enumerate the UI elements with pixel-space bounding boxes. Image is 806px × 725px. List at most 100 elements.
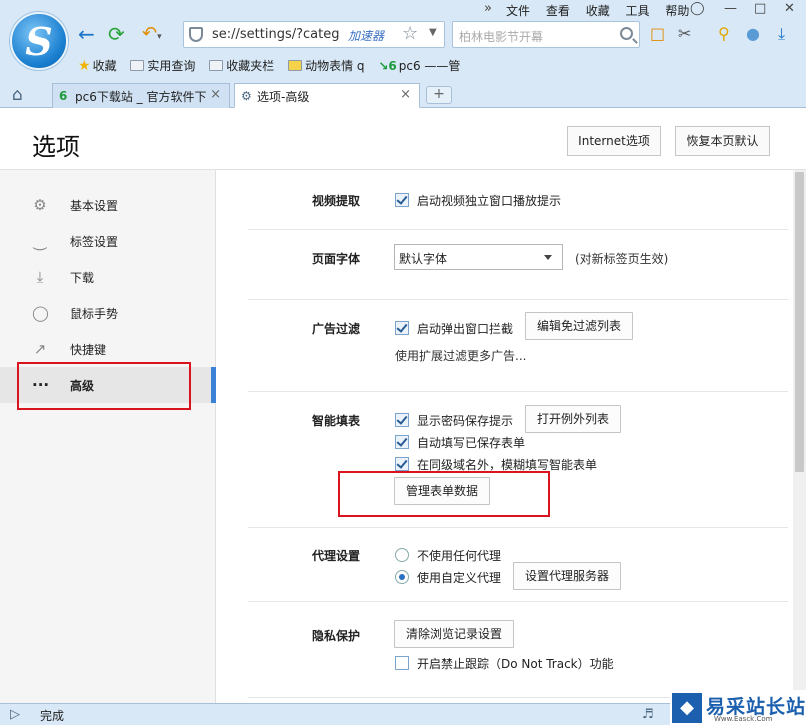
internet-options-button[interactable]: Internet选项 xyxy=(567,126,661,156)
proxy-label: 代理设置 xyxy=(312,549,361,563)
watermark-logo: ◆ 易采站长站 Www.Easck.Com xyxy=(670,690,806,725)
undo-close-icon[interactable]: ↶▾ xyxy=(142,22,162,49)
video-label: 视频提取 xyxy=(312,194,361,208)
clear-history-settings-button[interactable]: 清除浏览记录设置 xyxy=(394,620,514,648)
address-url[interactable]: se://settings/?categ xyxy=(212,27,340,42)
more-options-icon[interactable]: ● xyxy=(746,24,760,43)
gear-icon: ⚙ xyxy=(33,196,47,214)
bookmark-folder-query[interactable]: 实用查询 xyxy=(130,57,195,74)
bookmark-favorites[interactable]: ★ 收藏 xyxy=(78,57,117,74)
scrollbar-thumb[interactable] xyxy=(795,172,804,472)
menu-favorites[interactable]: 收藏 xyxy=(586,2,610,19)
highlight-box-advanced xyxy=(17,362,191,410)
home-icon[interactable]: ⌂ xyxy=(12,85,23,105)
menu-view[interactable]: 查看 xyxy=(546,2,570,19)
menu-tools[interactable]: 工具 xyxy=(626,2,650,19)
edit-whitelist-button[interactable]: 编辑免过滤列表 xyxy=(525,312,633,340)
open-exceptions-button[interactable]: 打开例外列表 xyxy=(525,405,621,433)
menu-expand-icon[interactable]: » xyxy=(484,1,492,16)
address-bar[interactable]: se://settings/?categ 加速器 ☆ ▼ xyxy=(183,21,445,48)
custom-proxy-radio[interactable]: 使用自定义代理 xyxy=(395,569,501,586)
scrollbar[interactable] xyxy=(793,170,806,703)
bookmark-animal[interactable]: 动物表情 q xyxy=(288,57,365,74)
sidebar-toggle-icon[interactable]: ▷ xyxy=(10,707,20,722)
pc6-icon: ↘6 xyxy=(378,59,397,73)
folder-icon xyxy=(209,60,224,71)
speaker-icon[interactable]: ♬ xyxy=(642,707,654,722)
radio[interactable] xyxy=(395,548,409,562)
menu-bar: 文件 查看 收藏 工具 帮助 xyxy=(506,2,701,18)
privacy-label: 隐私保护 xyxy=(312,629,361,643)
tab-strip: ⌂ 6 pc6下载站 _ 官方软件下 × ⚙ 选项-高级 × + xyxy=(0,81,806,108)
menu-help[interactable]: 帮助 xyxy=(665,2,689,19)
close-tab-icon[interactable]: × xyxy=(210,87,221,102)
favorites-star-icon: ★ xyxy=(78,58,91,74)
popup-block-checkbox[interactable]: 启动弹出窗口拦截 xyxy=(395,320,513,337)
new-tab-button[interactable]: + xyxy=(426,86,452,104)
radio[interactable] xyxy=(395,570,409,584)
maximize-icon[interactable]: □ xyxy=(754,1,766,16)
search-icon[interactable] xyxy=(620,27,633,40)
download-arrow-icon[interactable]: ⤓ xyxy=(778,24,785,44)
checkbox[interactable] xyxy=(395,457,409,471)
sidebar-item-download[interactable]: ⤓ 下载 xyxy=(0,259,216,295)
video-popup-checkbox[interactable]: 启动视频独立窗口播放提示 xyxy=(395,192,561,209)
chevron-down-icon xyxy=(544,255,552,260)
mouse-icon: ◯ xyxy=(32,304,49,322)
extension-icon[interactable]: □ xyxy=(650,24,665,43)
sidebar-item-tabs[interactable]: ⏝ 标签设置 xyxy=(0,223,216,259)
font-select[interactable]: 默认字体 xyxy=(394,244,563,270)
shortcut-icon: ↗ xyxy=(33,340,47,358)
skin-icon[interactable]: ◯ xyxy=(690,1,705,16)
checkbox[interactable] xyxy=(395,321,409,335)
bookmarks-bar: ★ 收藏 实用查询 收藏夹栏 动物表情 q ↘6 pc6 ——管 xyxy=(78,57,470,75)
extension-filter-link[interactable]: 使用扩展过滤更多广告... xyxy=(395,347,526,364)
sidebar-item-mouse-gesture[interactable]: ◯ 鼠标手势 xyxy=(0,295,216,331)
address-dropdown-icon[interactable]: ▼ xyxy=(429,27,437,38)
settings-sidebar: ⚙ 基本设置 ⏝ 标签设置 ⤓ 下载 ◯ 鼠标手势 ↗ 快捷键 ··· 高级 xyxy=(0,170,216,703)
accelerator-link[interactable]: 加速器 xyxy=(348,27,384,44)
highlight-box-manage xyxy=(338,471,550,517)
page-title: 选项 xyxy=(32,133,80,161)
close-window-icon[interactable]: ✕ xyxy=(784,1,795,16)
no-proxy-radio[interactable]: 不使用任何代理 xyxy=(395,547,501,564)
autofill-saved-checkbox[interactable]: 自动填写已保存表单 xyxy=(395,434,525,451)
back-arrow-icon[interactable]: ← xyxy=(78,22,95,46)
sidebar-item-basic[interactable]: ⚙ 基本设置 xyxy=(0,187,216,223)
font-label: 页面字体 xyxy=(312,252,361,266)
password-prompt-checkbox[interactable]: 显示密码保存提示 xyxy=(395,412,513,429)
bookmark-folder-bar[interactable]: 收藏夹栏 xyxy=(209,57,274,74)
proxy-server-button[interactable]: 设置代理服务器 xyxy=(513,562,621,590)
checkbox[interactable] xyxy=(395,413,409,427)
browser-logo[interactable]: S xyxy=(10,12,68,70)
page-icon xyxy=(288,60,303,71)
screenshot-scissors-icon[interactable]: ✂ xyxy=(678,24,691,43)
bookmark-star-icon[interactable]: ☆ xyxy=(402,23,418,44)
active-indicator xyxy=(211,367,216,403)
tab-pc6[interactable]: 6 pc6下载站 _ 官方软件下 × xyxy=(52,83,230,108)
restore-defaults-button[interactable]: 恢复本页默认 xyxy=(675,126,770,156)
download-icon: ⤓ xyxy=(36,268,44,286)
pc6-icon: 6 xyxy=(59,89,68,103)
checkbox[interactable] xyxy=(395,435,409,449)
security-shield-icon xyxy=(189,27,203,42)
checkbox[interactable] xyxy=(395,193,409,207)
adblock-label: 广告过滤 xyxy=(312,322,361,336)
bookmark-pc6[interactable]: ↘6 pc6 ——管 xyxy=(378,57,460,74)
section-privacy xyxy=(248,602,788,698)
status-text: 完成 xyxy=(40,709,65,723)
search-box[interactable]: 柏林电影节开幕 xyxy=(452,21,640,48)
autofill-label: 智能填表 xyxy=(312,414,361,428)
tab-settings[interactable]: ⚙ 选项-高级 × xyxy=(234,83,420,108)
refresh-icon[interactable]: ⟳ xyxy=(108,22,125,46)
minimize-icon[interactable]: — xyxy=(724,1,737,16)
settings-gear-icon: ⚙ xyxy=(241,89,252,103)
checkbox[interactable] xyxy=(395,656,409,670)
menu-file[interactable]: 文件 xyxy=(506,2,530,19)
do-not-track-checkbox[interactable]: 开启禁止跟踪（Do Not Track）功能 xyxy=(395,655,614,672)
watermark-url: Www.Easck.Com xyxy=(714,715,773,723)
key-icon[interactable]: ⚲ xyxy=(718,24,730,43)
settings-content: 视频提取 启动视频独立窗口播放提示 页面字体 默认字体 (对新标签页生效) 广告… xyxy=(217,170,806,703)
close-tab-icon[interactable]: × xyxy=(400,87,411,102)
search-input[interactable]: 柏林电影节开幕 xyxy=(459,28,543,45)
